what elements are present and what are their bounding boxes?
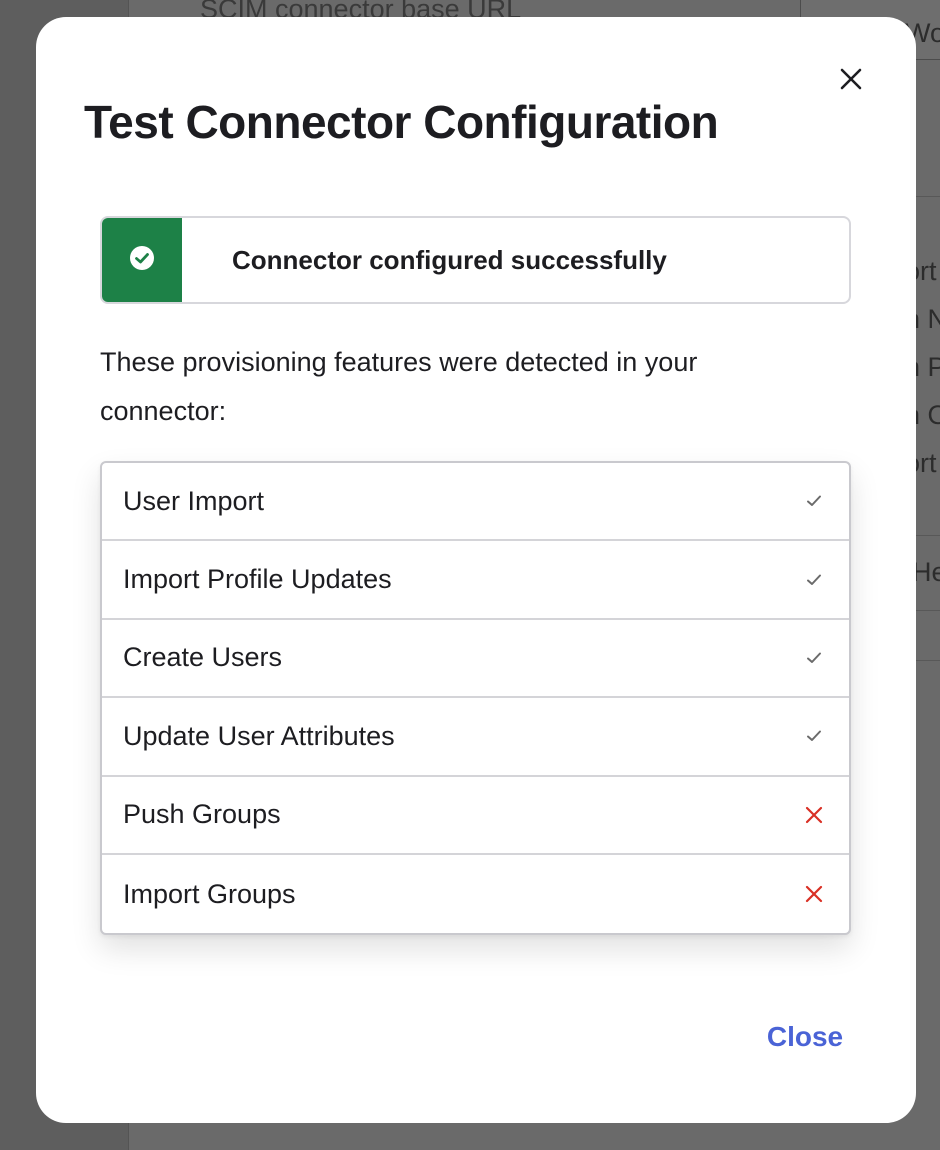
- feature-row-create-users: Create Users: [102, 620, 849, 699]
- feature-label: Update User Attributes: [123, 720, 395, 751]
- feature-label: Push Groups: [123, 799, 281, 830]
- feature-label: Import Profile Updates: [123, 564, 392, 595]
- features-description: These provisioning features were detecte…: [100, 347, 698, 426]
- feature-row-import-profile-updates: Import Profile Updates: [102, 541, 849, 620]
- alert-status-band: [102, 218, 182, 302]
- feature-row-update-user-attributes: Update User Attributes: [102, 698, 849, 777]
- checkmark-icon: [803, 647, 825, 669]
- feature-list: User Import Import Profile Updates Creat…: [100, 461, 851, 936]
- close-icon[interactable]: [832, 60, 872, 100]
- cross-icon: [803, 804, 825, 826]
- modal-title: Test Connector Configuration: [84, 96, 719, 148]
- checkmark-icon: [803, 490, 825, 512]
- feature-label: Import Groups: [123, 878, 296, 909]
- feature-label: Create Users: [123, 642, 283, 673]
- feature-row-push-groups: Push Groups: [102, 777, 849, 855]
- feature-row-import-groups: Import Groups: [102, 855, 849, 933]
- checkmark-icon: [803, 569, 825, 591]
- feature-label: User Import: [123, 485, 265, 516]
- cross-icon: [803, 883, 825, 905]
- feature-row-user-import: User Import: [102, 463, 849, 542]
- success-alert: Connector configured successfully: [100, 216, 851, 304]
- check-circle-icon: [129, 245, 155, 276]
- checkmark-icon: [803, 725, 825, 747]
- alert-message: Connector configured successfully: [232, 244, 667, 275]
- background-text: He: [912, 557, 940, 587]
- close-button[interactable]: Close: [750, 1012, 860, 1062]
